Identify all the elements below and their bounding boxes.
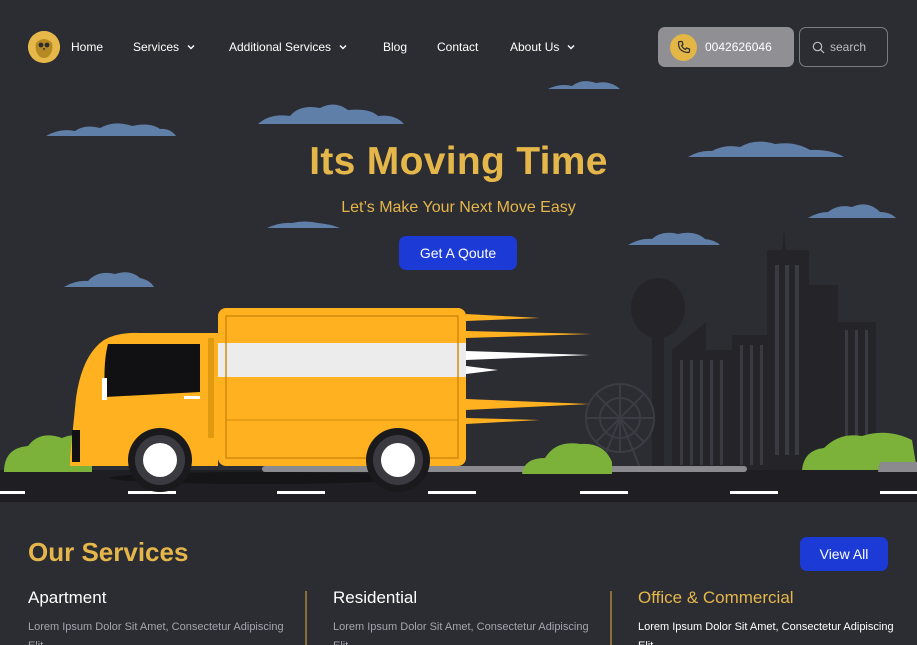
service-card-apartment[interactable]: Apartment Lorem Ipsum Dolor Sit Amet, Co… — [28, 588, 298, 645]
nav-home[interactable]: Home — [71, 40, 103, 54]
service-title: Office & Commercial — [638, 588, 794, 607]
service-description: Lorem Ipsum Dolor Sit Amet, Consectetur … — [28, 621, 284, 645]
nav-about-us-label: About Us — [510, 40, 560, 54]
phone-icon — [670, 33, 697, 61]
nav-additional-services-label: Additional Services — [229, 40, 332, 54]
divider — [305, 591, 307, 645]
moving-truck — [70, 308, 466, 492]
nav-blog[interactable]: Blog — [383, 40, 407, 54]
nav-about-us[interactable]: About Us — [510, 40, 577, 54]
page: Home Services Additional Services Blog C… — [0, 0, 917, 645]
nav-contact-label: Contact — [437, 40, 479, 54]
top-nav: Home Services Additional Services Blog C… — [0, 0, 917, 95]
city-skyline — [631, 228, 876, 470]
search-box[interactable] — [799, 27, 888, 67]
service-description: Lorem Ipsum Dolor Sit Amet, Consectetur … — [638, 621, 894, 645]
phone-number: 0042626046 — [705, 40, 772, 54]
owl-logo-icon[interactable] — [28, 31, 60, 63]
hero-subtitle: Let’s Make Your Next Move Easy — [341, 199, 576, 216]
sidewalk — [262, 466, 747, 472]
view-all-button[interactable]: View All — [800, 537, 888, 571]
chevron-down-icon — [185, 41, 197, 53]
nav-services[interactable]: Services — [133, 40, 197, 54]
nav-services-label: Services — [133, 40, 180, 54]
service-title: Apartment — [28, 588, 107, 607]
chevron-down-icon — [337, 41, 349, 53]
phone-button[interactable]: 0042626046 — [658, 27, 794, 67]
service-card-residential[interactable]: Residential Lorem Ipsum Dolor Sit Amet, … — [333, 588, 603, 645]
speed-lines-white — [466, 351, 590, 374]
chevron-down-icon — [565, 41, 577, 53]
divider — [610, 591, 612, 645]
service-title: Residential — [333, 588, 418, 607]
services-title: Our Services — [28, 537, 189, 567]
search-icon — [812, 41, 825, 53]
get-quote-button[interactable]: Get A Qoute — [399, 236, 517, 270]
nav-home-label: Home — [71, 40, 104, 54]
hero-title: Its Moving Time — [309, 140, 608, 183]
search-input[interactable] — [830, 40, 882, 54]
nav-additional-services[interactable]: Additional Services — [229, 40, 349, 54]
nav-contact[interactable]: Contact — [437, 40, 478, 54]
hero-illustration — [0, 81, 917, 502]
nav-blog-label: Blog — [383, 40, 408, 54]
service-description: Lorem Ipsum Dolor Sit Amet, Consectetur … — [333, 621, 589, 645]
service-card-office-commercial[interactable]: Office & Commercial Lorem Ipsum Dolor Si… — [638, 588, 908, 645]
